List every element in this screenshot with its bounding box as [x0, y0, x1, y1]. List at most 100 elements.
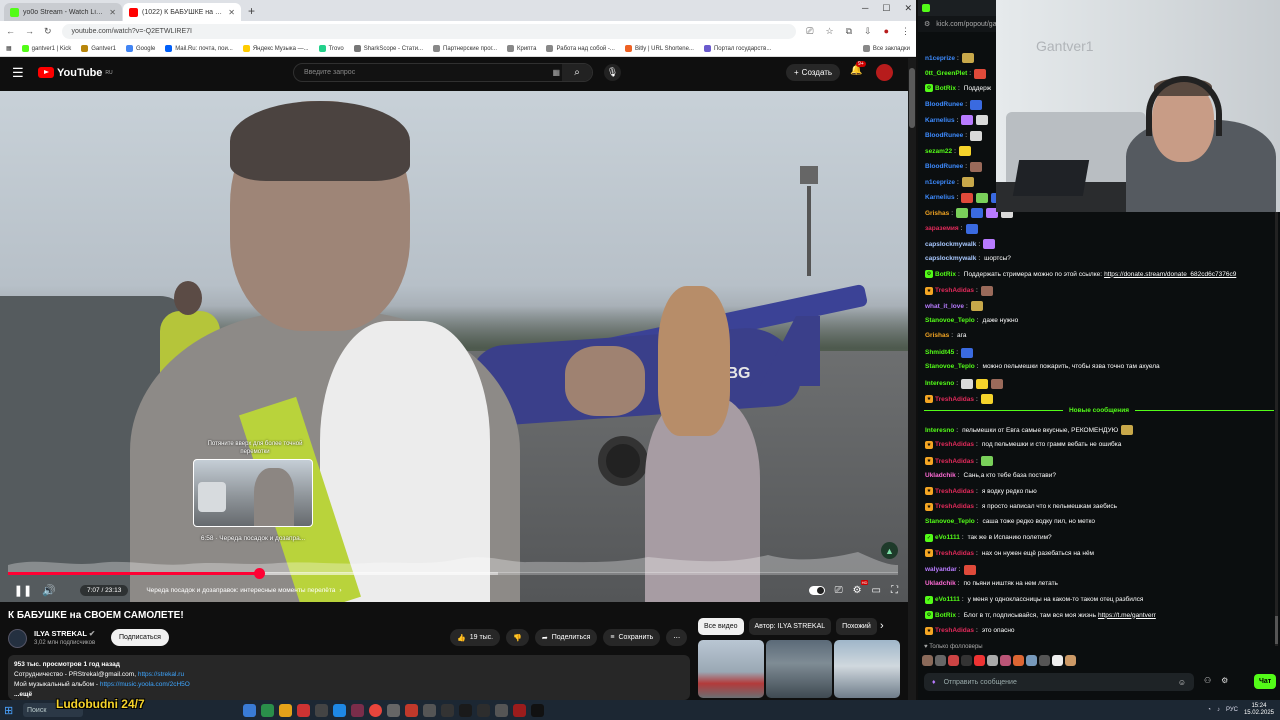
bookmark-item[interactable]: Gantver1	[81, 45, 116, 52]
more-actions-button[interactable]: ⋯	[666, 629, 688, 646]
keyboard-icon[interactable]: ▦	[552, 68, 560, 77]
apps-icon[interactable]: ▦	[6, 45, 12, 52]
menu-icon[interactable]: ⋮	[901, 26, 910, 37]
chat-message-input[interactable]: ♦ Отправить сообщение ☺	[924, 673, 1194, 691]
taskbar-app-icon[interactable]	[243, 703, 256, 717]
chat-username[interactable]: Stanovoe_Teplo	[925, 518, 975, 525]
reload-icon[interactable]: ↻	[44, 26, 52, 37]
subscribe-button[interactable]: Подписаться	[111, 629, 169, 646]
chat-username[interactable]: Shmidt45	[925, 349, 954, 356]
bookmark-item[interactable]: gantver1 | Kick	[21, 45, 71, 52]
chat-username[interactable]: TreshAdidas	[935, 287, 974, 294]
chat-username[interactable]: 0tt_GreenPlet	[925, 70, 967, 77]
send-chat-button[interactable]: Чат	[1254, 674, 1277, 689]
taskbar-app-icon[interactable]	[477, 703, 490, 717]
chat-username[interactable]: sezam22	[925, 148, 952, 155]
emoji-icon[interactable]: ☺	[1178, 678, 1186, 687]
bookmark-item[interactable]: Яндекс Музыка —...	[242, 45, 309, 52]
taskbar-app-icon[interactable]	[261, 703, 274, 717]
chat-username[interactable]: n1ceprize	[925, 179, 955, 186]
recommended-video-thumbnail[interactable]	[698, 640, 764, 698]
taskbar-app-icon[interactable]	[495, 703, 508, 717]
subtitles-icon[interactable]: ⎚	[835, 585, 843, 596]
taskbar-app-icon[interactable]	[297, 703, 310, 717]
chat-username[interactable]: TreshAdidas	[935, 550, 974, 557]
clock[interactable]: 15:24 15.02.2025	[1244, 703, 1274, 717]
tab-close-icon[interactable]: ✕	[228, 8, 235, 17]
chat-username[interactable]: Interesno	[925, 380, 954, 387]
bookmark-item[interactable]: Google	[125, 45, 155, 52]
chat-username[interactable]: TreshAdidas	[935, 627, 974, 634]
chat-username[interactable]: TreshAdidas	[935, 396, 974, 403]
chat-username[interactable]: BloodRunee	[925, 132, 963, 139]
progress-bar[interactable]	[8, 572, 898, 575]
windows-start-icon[interactable]: ⊞	[4, 704, 18, 717]
site-info-icon[interactable]: ⚙	[924, 20, 930, 28]
settings-icon[interactable]: ⚙ HD	[853, 580, 869, 596]
chat-username[interactable]: capslockmywalk	[925, 255, 976, 262]
chrome-icon[interactable]	[369, 703, 382, 717]
miniplayer-icon[interactable]: ▭	[872, 585, 881, 596]
chat-username[interactable]: BloodRunee	[925, 101, 963, 108]
create-button[interactable]: + Создать	[786, 64, 841, 81]
video-player[interactable]: 0BBG Потяните вверх для более точной пер…	[0, 91, 908, 602]
description-link[interactable]: https://strekal.ru	[138, 671, 184, 678]
chat-username[interactable]: TreshAdidas	[935, 488, 974, 495]
chat-link[interactable]: https://t.me/gantverr	[1098, 612, 1156, 619]
emote-picker-icon[interactable]: ♦	[932, 679, 936, 686]
share-button[interactable]: ➦ Поделиться	[534, 629, 598, 646]
sound-icon[interactable]: ♪	[1217, 707, 1220, 713]
taskbar-app-icon[interactable]	[513, 703, 526, 717]
chat-username[interactable]: eVo1111	[935, 596, 960, 603]
users-icon[interactable]: ⚇	[1204, 676, 1211, 685]
pause-icon[interactable]: ❚❚	[10, 584, 36, 597]
search-icon[interactable]: ⌕	[562, 64, 592, 81]
chip-related[interactable]: Похожий	[836, 618, 877, 635]
bookmark-item[interactable]: Портал государств...	[703, 45, 771, 52]
chat-username[interactable]: BloodRunee	[925, 163, 963, 170]
volume-icon[interactable]: 🔊	[36, 584, 62, 597]
chip-all-videos[interactable]: Все видео	[698, 618, 744, 635]
chat-username[interactable]: Grishas	[925, 210, 949, 217]
page-scrollbar[interactable]	[908, 58, 916, 700]
bookmark-item[interactable]: Trovo	[318, 45, 344, 52]
notifications-bell-icon[interactable]: 🔔 9+	[850, 61, 866, 76]
tab-kick[interactable]: yo0o Stream - Watch Live on Ki ✕	[4, 3, 122, 21]
chevron-right-icon[interactable]: ›	[880, 620, 884, 632]
account-avatar[interactable]	[876, 64, 893, 81]
chat-username[interactable]: TreshAdidas	[935, 458, 974, 465]
bookmark-star-icon[interactable]: ☆	[826, 26, 834, 37]
description-link[interactable]: https://music.yoola.com/2cH5O	[100, 681, 190, 688]
youtube-logo[interactable]: YouTube RU	[38, 67, 113, 79]
chat-username[interactable]: Grishas	[925, 332, 949, 339]
taskbar-app-icon[interactable]	[459, 703, 472, 717]
chat-link[interactable]: https://donate.stream/donate_682cd6c7376…	[1104, 271, 1236, 278]
taskbar-app-icon[interactable]	[315, 703, 328, 717]
taskbar-app-icon[interactable]	[531, 703, 544, 717]
language-indicator[interactable]: РУС	[1226, 707, 1238, 713]
hamburger-menu-icon[interactable]: ☰	[12, 65, 32, 81]
scrollbar-thumb[interactable]	[1275, 616, 1278, 644]
chat-username[interactable]: Ukladchik	[925, 472, 956, 479]
bookmark-item[interactable]: Партнерские прог...	[433, 45, 497, 52]
back-icon[interactable]: ←	[6, 26, 15, 36]
chat-username[interactable]: BotRix	[935, 271, 956, 278]
forward-icon[interactable]: →	[25, 26, 34, 36]
dislike-button[interactable]: 👎	[506, 629, 529, 646]
cast-icon[interactable]: ⎚	[806, 26, 813, 37]
chat-username[interactable]: what_it_love	[925, 303, 964, 310]
like-button[interactable]: 👍 19 тыс.	[450, 629, 501, 646]
chat-username[interactable]: зараземия	[925, 225, 959, 232]
chat-username[interactable]: walyandar	[925, 566, 957, 573]
settings-icon[interactable]: ⚙	[1221, 676, 1228, 685]
chat-username[interactable]: capslockmywalk	[925, 241, 976, 248]
url-field[interactable]: youtube.com/watch?v=-Q2ETWLIRE7I	[61, 23, 797, 39]
chapter-title[interactable]: Череда посадок и дозаправок: интересные …	[146, 587, 341, 594]
recommended-video-thumbnail[interactable]	[834, 640, 900, 698]
taskbar-app-icon[interactable]	[405, 703, 418, 717]
autoplay-toggle[interactable]	[808, 586, 825, 595]
channel-watermark-icon[interactable]: ▲	[881, 542, 898, 559]
chat-username[interactable]: Interesno	[925, 427, 954, 434]
taskbar-app-icon[interactable]	[279, 703, 292, 717]
chat-username[interactable]: Stanovoe_Teplo	[925, 363, 975, 370]
